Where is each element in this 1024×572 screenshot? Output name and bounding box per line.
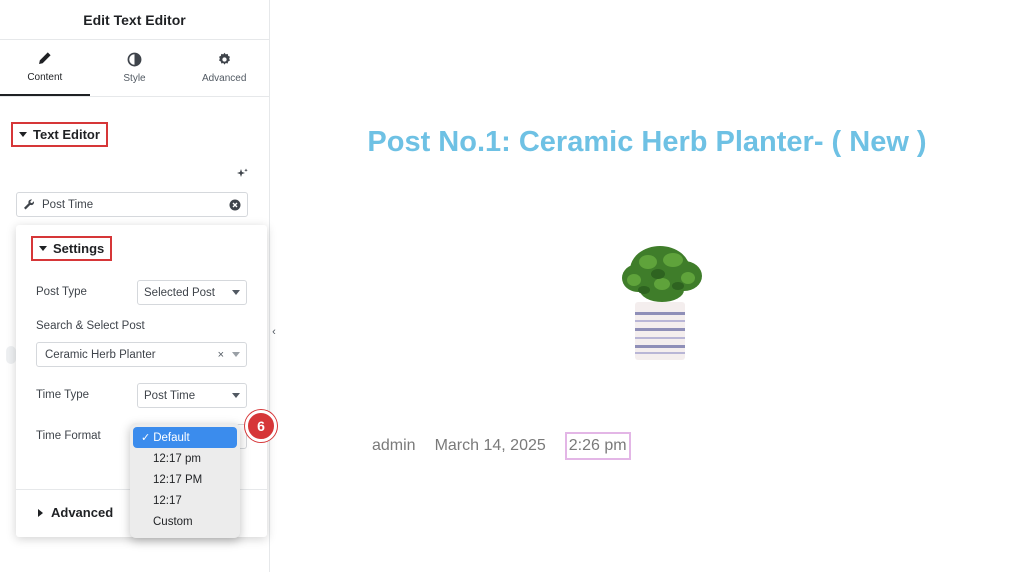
post-date[interactable]: March 14, 2025 [435,437,546,455]
time-type-value: Post Time [144,389,196,402]
tab-content-label: Content [27,72,63,83]
post-type-value: Selected Post [144,286,215,299]
scroll-indicator [6,346,16,364]
panel-tabs: Content Style Advanced [0,40,269,97]
chevron-down-icon [232,290,240,295]
tab-content[interactable]: Content [0,40,90,96]
panel-title: Edit Text Editor [0,0,269,40]
plant-pot-image [622,246,702,360]
post-author[interactable]: admin [372,437,416,455]
post-type-select[interactable]: Selected Post [137,280,247,305]
advanced-title-label: Advanced [51,505,114,520]
time-type-select[interactable]: Post Time [137,383,247,408]
dropdown-option[interactable]: Custom [133,511,237,532]
section-toggle-settings[interactable]: Settings [31,236,113,261]
collapse-panel-button[interactable]: ‹ [269,322,279,342]
post-meta: admin March 14, 2025 2:26 pm [372,432,631,460]
half-circle-icon [127,52,142,67]
caret-down-icon [39,246,47,251]
dynamic-tag-field[interactable]: Post Time [16,192,248,217]
dropdown-option-default[interactable]: ✓ Default [133,427,237,448]
chevron-down-icon [232,352,240,357]
dropdown-option[interactable]: 12:17 pm [133,448,237,469]
gear-icon [218,52,230,65]
wrench-icon [24,198,34,209]
post-title[interactable]: Post No.1: Ceramic Herb Planter- ( New ) [270,126,1024,159]
section-toggle-text-editor[interactable]: Text Editor [11,122,108,147]
sparkle-icon[interactable] [236,168,248,180]
time-format-label: Time Format [36,430,101,442]
section-toggle-advanced[interactable]: Advanced [38,505,113,520]
dropdown-option[interactable]: 12:17 [133,490,237,511]
step-number-badge: 6 [245,410,277,442]
post-time[interactable]: 2:26 pm [564,432,631,460]
tab-style-label: Style [123,73,146,84]
search-post-label: Search & Select Post [36,320,145,332]
dropdown-option[interactable]: 12:17 PM [133,469,237,490]
chevron-down-icon [232,393,240,398]
caret-down-icon [19,132,27,137]
settings-title-label: Settings [53,241,105,256]
pencil-icon [39,52,51,64]
time-type-label: Time Type [36,389,90,401]
post-type-label: Post Type [36,286,87,298]
checkmark-icon: ✓ [141,432,151,444]
section-title-label: Text Editor [33,127,100,142]
search-post-value: Ceramic Herb Planter [45,348,156,361]
clear-selection-icon[interactable]: × [218,349,224,361]
tab-style[interactable]: Style [90,40,180,96]
dropdown-option-label: Default [153,431,190,444]
caret-right-icon [38,508,43,517]
time-format-dropdown: ✓ Default 12:17 pm 12:17 PM 12:17 Custom [130,423,240,538]
tab-advanced[interactable]: Advanced [179,40,269,96]
tab-advanced-label: Advanced [201,73,247,84]
clear-circle-icon[interactable] [229,199,241,211]
search-post-select[interactable]: Ceramic Herb Planter × [36,342,247,367]
dynamic-tag-value: Post Time [42,198,94,211]
